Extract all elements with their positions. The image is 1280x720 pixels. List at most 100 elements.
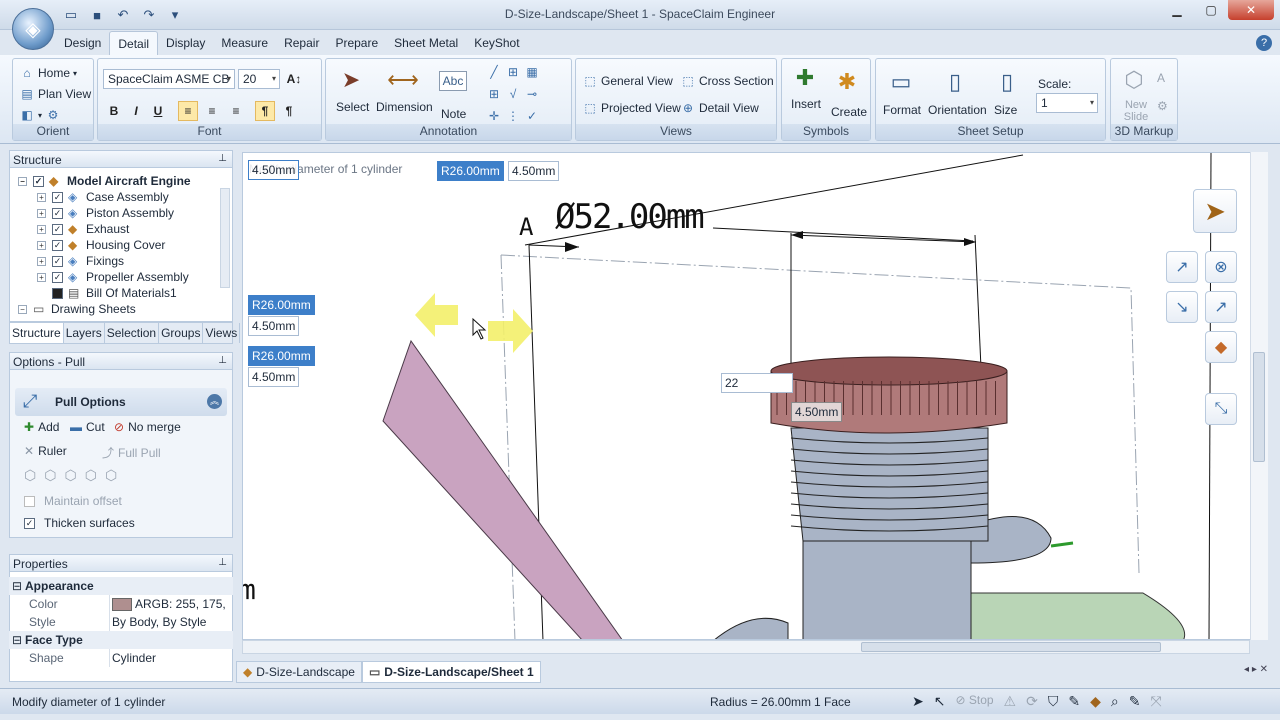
pull-arrow-left[interactable] <box>415 293 458 337</box>
datum-icon[interactable]: ⊞ <box>505 64 521 80</box>
zoom-icon[interactable]: ⌕ <box>1111 693 1119 710</box>
horizontal-scrollbar[interactable] <box>242 640 1250 654</box>
add-option[interactable]: ✚ Add <box>24 420 59 434</box>
pin-icon[interactable]: ⊥ <box>218 153 227 164</box>
note-button[interactable]: Note <box>441 107 466 121</box>
markup-text-icon[interactable]: A <box>1157 71 1165 85</box>
rtl-icon[interactable]: ¶ <box>279 101 299 121</box>
font-face-select[interactable]: SpaceClaim ASME CB ▾ <box>103 69 235 89</box>
crankcase[interactable] <box>802 537 972 640</box>
mode4-icon[interactable]: ⬡ <box>85 467 97 484</box>
color-property[interactable]: Color ARGB: 255, 175, <box>9 595 233 613</box>
markup-settings-icon[interactable]: ⚙ <box>1157 99 1168 113</box>
pencil-icon[interactable]: ✎ <box>1068 693 1080 710</box>
orientation-button[interactable]: Orientation <box>928 103 987 117</box>
close-button[interactable]: ✕ <box>1228 0 1274 20</box>
insert-button[interactable]: Insert <box>791 97 821 111</box>
help-icon[interactable]: ? <box>1256 35 1272 51</box>
tree-item-exhaust[interactable]: + ✓ ◆ Exhaust <box>37 221 129 237</box>
align-right-icon[interactable]: ≡ <box>226 101 246 121</box>
tab-sheet-metal[interactable]: Sheet Metal <box>386 31 466 55</box>
collapse-icon[interactable]: − <box>18 176 27 186</box>
pull-arrow-right[interactable] <box>488 309 533 353</box>
subtab-groups[interactable]: Groups <box>159 323 204 343</box>
ltr-icon[interactable]: ¶ <box>255 101 275 121</box>
shape-property[interactable]: Shape Cylinder <box>9 649 233 667</box>
select-tool-icon[interactable]: ➤ <box>1193 189 1237 233</box>
rear-part[interactable] <box>713 617 789 640</box>
subtab-selection[interactable]: Selection <box>105 323 160 343</box>
tree-item-model[interactable]: − ✓ ◆ Model Aircraft Engine <box>18 173 191 189</box>
grid-icon[interactable]: ⊞ <box>486 86 502 102</box>
radius-dimension-field[interactable]: R26.00mm <box>248 346 315 366</box>
home-button[interactable]: ⌂ Home ▾ <box>19 65 77 81</box>
appearance-category[interactable]: ⊟ Appearance <box>9 577 233 595</box>
collapse-section-icon[interactable]: ︽ <box>207 394 222 409</box>
center-mark-icon[interactable]: ✛ <box>486 108 502 124</box>
tree-item-housing[interactable]: + ✓ ◆ Housing Cover <box>37 237 165 253</box>
mode1-icon[interactable]: ⬡ <box>24 467 36 484</box>
revolve-icon[interactable]: ↗ <box>1205 291 1237 323</box>
thicken-surfaces-option[interactable]: ✓ Thicken surfaces <box>24 516 135 530</box>
select-button[interactable]: Select <box>336 100 369 114</box>
check-icon[interactable]: ✓ <box>524 108 540 124</box>
sketch-icon[interactable]: ✎ <box>1129 693 1141 710</box>
align-left-icon[interactable]: ≡ <box>178 101 198 121</box>
display-mode-icon[interactable]: ◆ <box>1090 693 1101 710</box>
link-icon[interactable]: ⤧ <box>1150 693 1161 710</box>
maximize-button[interactable]: ▢ <box>1194 0 1228 20</box>
collapse-icon[interactable]: ⊟ <box>9 633 25 647</box>
tree-item-fixings[interactable]: + ✓ ◈ Fixings <box>37 253 124 269</box>
doc-tab-sheet-1[interactable]: ▭ D-Size-Landscape/Sheet 1 <box>361 661 541 683</box>
new-slide-button[interactable]: New Slide <box>1121 99 1151 123</box>
tree-scrollbar[interactable] <box>220 188 230 288</box>
green-housing[interactable] <box>962 592 1185 640</box>
visibility-checkbox[interactable]: ✓ <box>52 271 63 283</box>
view-icon[interactable]: ⟳ <box>1026 693 1038 710</box>
up-to-icon[interactable]: ◆ <box>1205 331 1237 363</box>
visibility-checkbox[interactable]: ✓ <box>52 223 63 235</box>
tree-item-drawing-sheets[interactable]: − ▭ Drawing Sheets <box>18 301 136 317</box>
cursor-mode-icon[interactable]: ↖ <box>934 693 946 710</box>
leader-icon[interactable]: ╱ <box>486 64 502 80</box>
expand-icon[interactable]: + <box>37 224 46 234</box>
cross-section-button[interactable]: ⬚ Cross Section <box>680 73 773 89</box>
collapse-icon[interactable]: ⊟ <box>9 579 25 593</box>
visibility-checkbox[interactable] <box>52 287 63 299</box>
visibility-checkbox[interactable]: ✓ <box>52 207 63 219</box>
tab-repair[interactable]: Repair <box>276 31 327 55</box>
tab-detail[interactable]: Detail <box>109 31 159 55</box>
propeller-blade[interactable] <box>382 339 623 640</box>
tab-nav-icons[interactable]: ◂ ▸ ✕ <box>1244 664 1268 675</box>
subtab-structure[interactable]: Structure <box>10 323 64 343</box>
diameter-input[interactable]: 22 <box>721 373 793 393</box>
tab-keyshot[interactable]: KeyShot <box>466 31 527 55</box>
warning-icon[interactable]: ⚠ <box>1004 693 1017 710</box>
doc-tab-d-size[interactable]: ◆ D-Size-Landscape <box>236 661 362 683</box>
mode3-icon[interactable]: ⬡ <box>64 467 76 484</box>
thicken-checkbox[interactable]: ✓ <box>24 517 35 529</box>
design-viewport[interactable]: A Ø52.00mm m Modify diameter of 1 cylind… <box>242 152 1268 640</box>
horizontal-scroll-thumb[interactable] <box>861 642 1161 652</box>
subtab-layers[interactable]: Layers <box>64 323 105 343</box>
format-button[interactable]: Format <box>883 103 921 117</box>
full-pull-option[interactable]: ⤴ Full Pull <box>102 444 161 461</box>
tree-item-bom[interactable]: ▤ Bill Of Materials1 <box>52 285 177 301</box>
create-button[interactable]: Create <box>831 105 867 119</box>
dimension-button[interactable]: Dimension <box>376 100 433 114</box>
pin-icon[interactable]: ⊥ <box>218 557 227 568</box>
no-merge-option[interactable]: ⊘ No merge <box>114 420 181 434</box>
visibility-checkbox[interactable]: ✓ <box>52 239 63 251</box>
application-menu-button[interactable]: ◈ <box>12 8 54 50</box>
measure-icon[interactable]: ⤡ <box>1205 393 1237 425</box>
maintain-offset-option[interactable]: Maintain offset <box>24 494 122 508</box>
along-trajectory-icon[interactable]: ↘ <box>1166 291 1198 323</box>
italic-button[interactable]: I <box>126 101 146 121</box>
pin-icon[interactable]: ⊥ <box>218 355 227 366</box>
vertical-scroll-thumb[interactable] <box>1253 352 1265 462</box>
maintain-offset-checkbox[interactable] <box>24 495 35 507</box>
table-icon[interactable]: ▦ <box>524 64 540 80</box>
scale-select[interactable]: 1 ▾ <box>1036 93 1098 113</box>
minimize-button[interactable]: ▁ <box>1160 0 1194 20</box>
tab-design[interactable]: Design <box>56 31 109 55</box>
